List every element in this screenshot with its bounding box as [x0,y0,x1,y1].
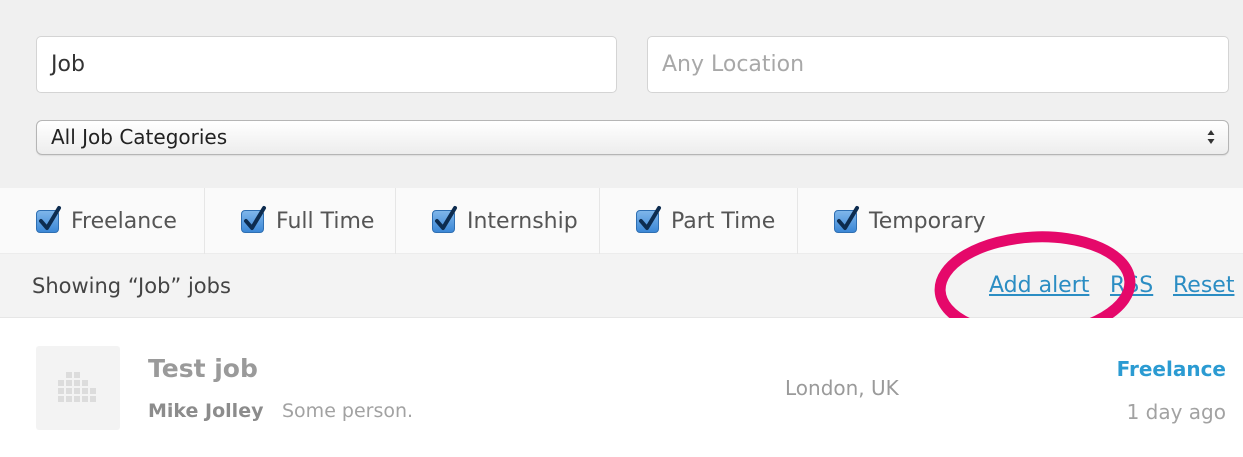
category-select[interactable]: All Job Categories [36,120,1229,155]
filter-part-time[interactable]: Part Time [600,188,798,254]
location-input[interactable]: Any Location [647,36,1229,93]
filter-label: Temporary [869,208,986,234]
results-bar: Showing “Job” jobs Add alert RSS Reset [0,254,1243,318]
company-name: Mike Jolley [148,400,264,422]
checkbox-internship[interactable] [432,205,457,233]
job-type-badge: Freelance [1116,357,1226,381]
checkbox-freelance[interactable] [36,205,61,233]
job-listing[interactable]: Test job Mike Jolley Some person. London… [0,318,1243,457]
job-location: London, UK [785,376,899,400]
checkbox-full-time[interactable] [241,205,266,233]
updown-arrows-icon [1207,130,1215,144]
filter-full-time[interactable]: Full Time [205,188,396,254]
filter-label: Part Time [671,208,776,234]
checkmark-icon [39,205,61,230]
filter-internship[interactable]: Internship [396,188,600,254]
add-alert-link[interactable]: Add alert [989,254,1089,318]
company-logo-placeholder-icon [58,372,96,402]
category-select-value: All Job Categories [51,125,228,149]
checkmark-icon [435,205,457,230]
filter-freelance[interactable]: Freelance [0,188,205,254]
checkmark-icon [244,205,266,230]
job-date: 1 day ago [1126,400,1226,424]
checkmark-icon [639,205,661,230]
checkbox-temporary[interactable] [834,205,859,233]
keywords-input[interactable]: Job [36,36,617,93]
filter-temporary[interactable]: Temporary [798,188,1038,254]
company-logo [36,346,120,430]
checkmark-icon [837,205,859,230]
job-type-filters: Freelance Full Time Internship Part Time… [0,188,1243,254]
job-search-form: Job Any Location All Job Categories [0,0,1243,188]
filter-label: Internship [467,208,578,234]
reset-link[interactable]: Reset [1173,254,1234,318]
filter-label: Freelance [71,208,177,234]
checkbox-part-time[interactable] [636,205,661,233]
showing-text: Showing “Job” jobs [32,274,231,298]
filter-label: Full Time [276,208,375,234]
rss-link[interactable]: RSS [1110,254,1153,318]
job-title[interactable]: Test job [148,354,258,383]
company-tagline: Some person. [282,400,414,422]
